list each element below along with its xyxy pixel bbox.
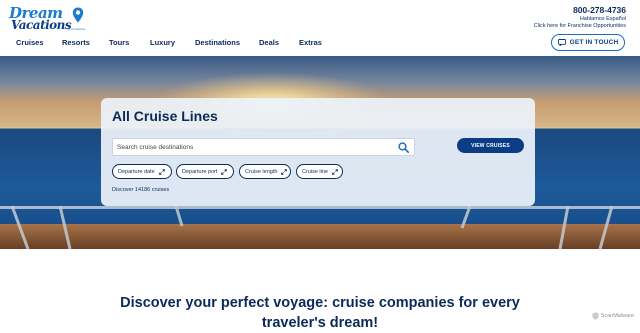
chat-icon	[557, 39, 566, 46]
filter-departure-port[interactable]: Departure port	[176, 164, 234, 179]
nav-item-tours[interactable]: Tours	[109, 38, 129, 47]
search-input[interactable]	[117, 139, 397, 155]
headline-line-1: Discover your perfect voyage: cruise com…	[120, 295, 520, 311]
cruise-count: Discover 14186 cruises	[112, 187, 170, 193]
expand-arrows-icon	[332, 168, 338, 175]
logo-wordmark-bottom: Vacations	[11, 18, 72, 32]
chip-label: Departure date	[118, 168, 155, 175]
cruise-search-card: All Cruise Lines VIEW CRUISES Departure …	[101, 98, 535, 206]
view-cruises-button[interactable]: VIEW CRUISES	[457, 138, 524, 153]
chip-label: Departure port	[182, 168, 218, 175]
nav-item-extras[interactable]: Extras	[299, 38, 322, 47]
site-header: Dream Vacations by CruiseOne 800-278-473…	[0, 0, 640, 56]
search-box	[112, 138, 415, 156]
hero-banner: All Cruise Lines VIEW CRUISES Departure …	[0, 56, 640, 249]
franchise-link[interactable]: Click here for Franchise Opportunities	[534, 23, 626, 29]
get-in-touch-button[interactable]: GET IN TOUCH	[551, 34, 625, 51]
expand-arrows-icon	[281, 168, 288, 175]
view-cruises-label: VIEW CRUISES	[471, 142, 510, 149]
filter-departure-date[interactable]: Departure date	[112, 164, 172, 179]
chip-label: Cruise length	[245, 168, 278, 175]
headline-line-2: traveler's dream!	[261, 315, 379, 331]
badge-label: ScanMalware	[600, 313, 634, 319]
page-headline: Discover your perfect voyage: cruise com…	[0, 293, 640, 333]
nav-item-deals[interactable]: Deals	[259, 38, 279, 47]
nav-item-resorts[interactable]: Resorts	[62, 38, 90, 47]
nav-item-luxury[interactable]: Luxury	[150, 38, 175, 47]
search-icon[interactable]	[398, 142, 409, 153]
nav-item-destinations[interactable]: Destinations	[195, 38, 240, 47]
logo-tagline: by CruiseOne	[67, 27, 86, 31]
phone-number[interactable]: 800-278-4736	[573, 5, 626, 15]
dream-vacations-logo[interactable]: Dream Vacations by CruiseOne	[9, 4, 89, 32]
card-title: All Cruise Lines	[112, 108, 218, 124]
shield-icon	[592, 312, 599, 320]
filter-cruise-line[interactable]: Cruise line	[296, 164, 343, 179]
expand-arrows-icon	[221, 168, 228, 175]
spanish-link[interactable]: Hablamos Español	[580, 16, 626, 22]
chip-label: Cruise line	[302, 168, 328, 175]
nav-item-cruises[interactable]: Cruises	[16, 38, 44, 47]
scanmalware-badge[interactable]: ScanMalware	[592, 311, 634, 321]
filter-cruise-length[interactable]: Cruise length	[239, 164, 291, 179]
expand-arrows-icon	[158, 168, 165, 175]
map-pin-icon	[72, 7, 84, 23]
get-in-touch-label: GET IN TOUCH	[569, 39, 619, 46]
